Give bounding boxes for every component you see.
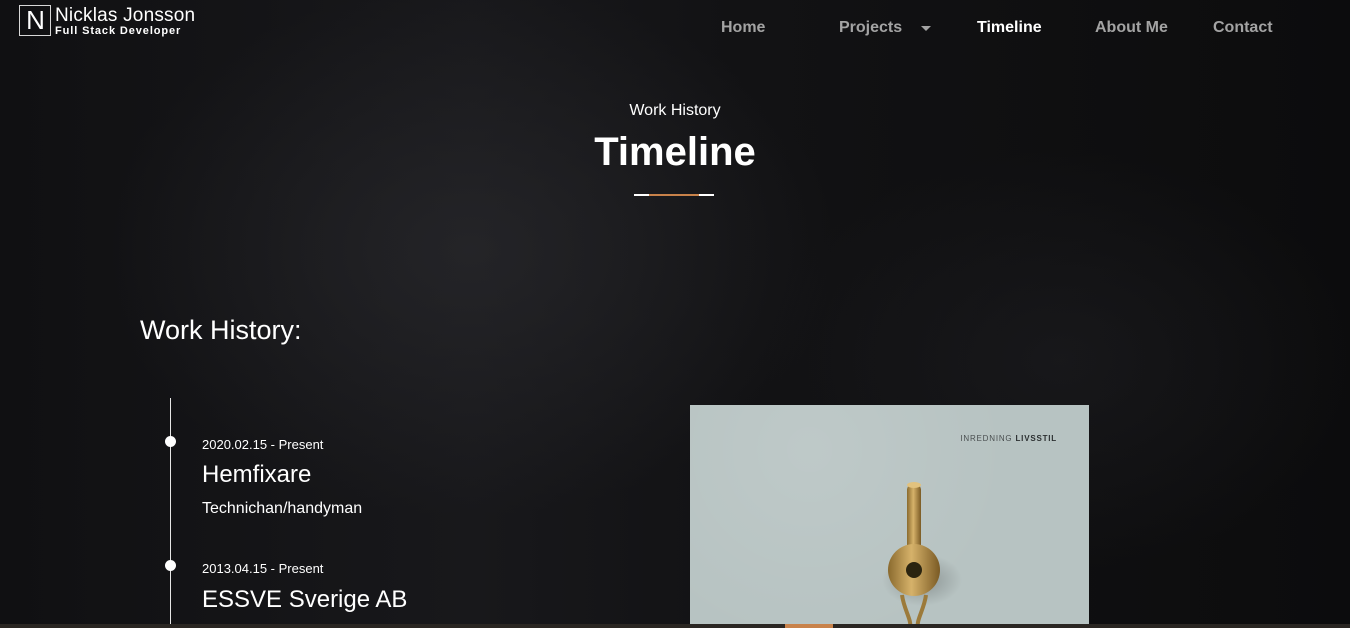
dot-icon — [165, 560, 176, 571]
timeline-company: Hemfixare — [202, 461, 312, 488]
page: N Nicklas Jonsson Full Stack Developer H… — [0, 0, 1350, 628]
bottom-strip-accent — [785, 624, 833, 628]
page-title: Timeline — [594, 130, 756, 174]
timeline-role: Technichan/handyman — [202, 500, 363, 517]
hero-eyebrow: Work History — [629, 102, 721, 119]
timeline-line — [170, 398, 171, 628]
caret-down-icon[interactable] — [921, 26, 931, 31]
dot-icon — [165, 436, 176, 447]
nav-home[interactable]: Home — [721, 19, 765, 37]
nav-contact[interactable]: Contact — [1213, 19, 1273, 37]
nav-about-me[interactable]: About Me — [1095, 19, 1168, 37]
timeline-date: 2020.02.15 - Present — [202, 437, 324, 452]
timeline-photo: INREDNING LIVSSTIL — [690, 405, 1089, 628]
timeline-company: ESSVE Sverige AB — [202, 586, 408, 613]
section-heading: Work History: — [140, 315, 302, 345]
main-nav: Home Projects Timeline About Me Contact — [0, 0, 1350, 56]
nav-timeline[interactable]: Timeline — [977, 19, 1042, 37]
bottom-strip — [0, 624, 1350, 628]
title-divider — [634, 194, 714, 196]
brass-hook-icon — [882, 482, 962, 628]
nav-projects[interactable]: Projects — [839, 19, 902, 37]
timeline-date: 2013.04.15 - Present — [202, 561, 324, 576]
